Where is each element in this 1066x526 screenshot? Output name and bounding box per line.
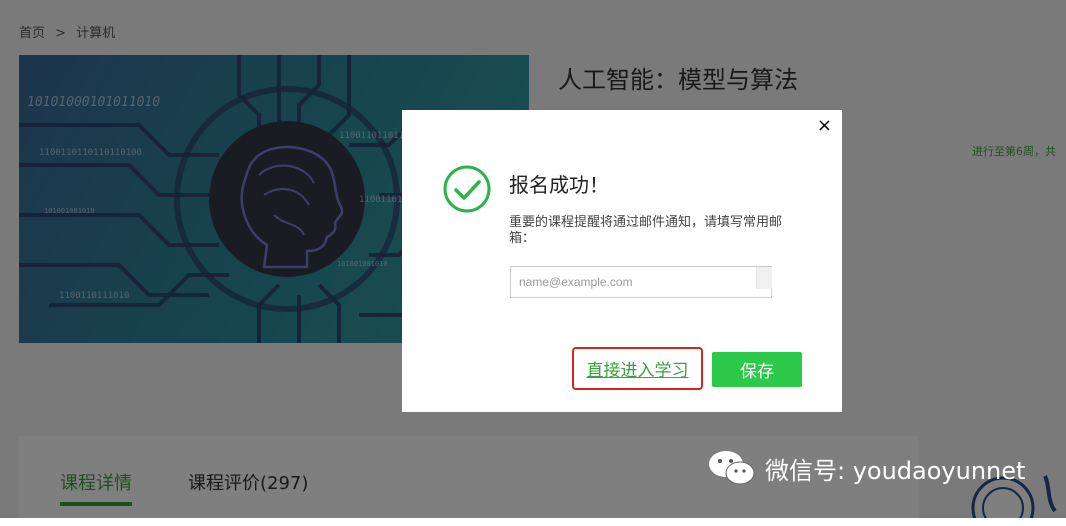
save-button[interactable]: 保存 bbox=[712, 352, 802, 387]
dialog-message: 重要的课程提醒将通过邮件通知，请填写常用邮箱： bbox=[509, 215, 783, 246]
dialog-title: 报名成功！ bbox=[509, 173, 609, 197]
direct-study-link-highlight: 直接进入学习 bbox=[572, 347, 703, 390]
close-icon[interactable]: × bbox=[817, 116, 832, 136]
check-circle-icon bbox=[443, 165, 491, 213]
wechat-watermark: 微信号: youdaoyunnet bbox=[707, 449, 1025, 487]
direct-study-link[interactable]: 直接进入学习 bbox=[587, 356, 689, 381]
watermark-text: 微信号: youdaoyunnet bbox=[765, 456, 1026, 485]
wechat-icon bbox=[709, 451, 755, 485]
email-field[interactable] bbox=[510, 266, 772, 298]
input-scrollbar bbox=[756, 267, 772, 289]
enroll-success-dialog: × 报名成功！ 重要的课程提醒将通过邮件通知，请填写常用邮箱： 直接进入学习 保… bbox=[402, 110, 842, 412]
